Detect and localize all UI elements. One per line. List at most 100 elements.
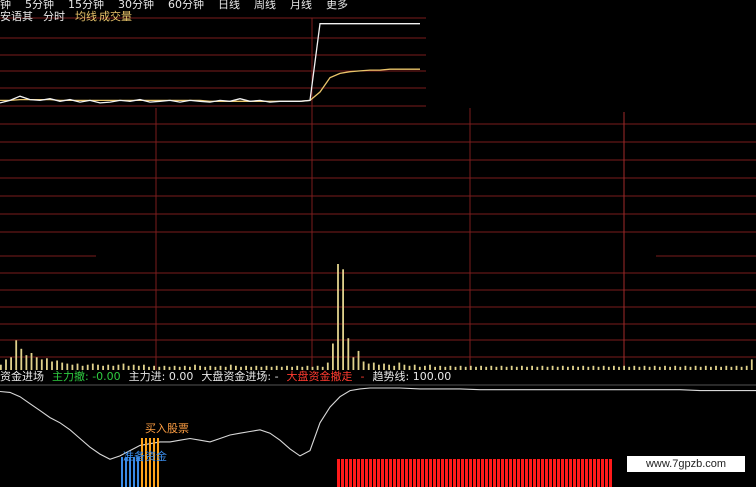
- chart-canvas[interactable]: [0, 0, 756, 487]
- volume-bar-131: [669, 366, 671, 370]
- tab-week[interactable]: 周线: [254, 0, 276, 10]
- volume-bar-4: [20, 348, 23, 370]
- market-out-bar-59: [573, 459, 576, 487]
- legend-market-in: 大盘资金进场: -: [201, 370, 279, 383]
- market-out-bar-56: [561, 459, 564, 487]
- prepare-funds-label: 准备资金: [123, 450, 167, 463]
- market-out-bar-55: [557, 459, 560, 487]
- tab-day[interactable]: 日线: [218, 0, 240, 10]
- volume-bar-134: [684, 365, 687, 370]
- volume-bar-67: [342, 269, 344, 370]
- market-out-bar-10: [377, 459, 380, 487]
- volume-bar-1: [5, 359, 7, 370]
- tab-60min[interactable]: 60分钟: [168, 0, 204, 10]
- indicator-name: 资金进场: [0, 370, 44, 383]
- market-out-bar-27: [445, 459, 448, 487]
- market-out-bar-22: [425, 459, 428, 487]
- market-out-bar-26: [441, 459, 444, 487]
- volume-bar-90: [459, 365, 462, 370]
- volume-bar-107: [546, 366, 549, 370]
- volume-bar-92: [469, 365, 472, 370]
- volume-bar-130: [664, 365, 666, 370]
- market-out-bar-68: [609, 459, 612, 487]
- market-out-bar-57: [565, 459, 568, 487]
- toolbar-item-avg[interactable]: 均线: [75, 10, 97, 23]
- volume-bar-123: [628, 366, 631, 370]
- market-out-bar-25: [437, 459, 440, 487]
- stock-chart-window: 钟 5分钟 15分钟 30分钟 60分钟 日线 周线 月线 更多 安语其 分时 …: [0, 0, 756, 487]
- legend-dash: -: [360, 370, 365, 383]
- volume-bar-91: [464, 366, 467, 370]
- volume-bar-97: [495, 366, 498, 370]
- toolbar-item-intraday[interactable]: 分时: [43, 10, 65, 23]
- market-out-bar-29: [453, 459, 456, 487]
- market-out-bar-19: [413, 459, 416, 487]
- volume-bar-108: [551, 365, 554, 370]
- market-out-bar-5: [357, 459, 360, 487]
- volume-bar-117: [597, 366, 600, 370]
- volume-bar-146: [745, 365, 748, 370]
- volume-bar-140: [715, 365, 717, 370]
- market-out-bar-1: [341, 459, 344, 487]
- market-out-bar-37: [485, 459, 488, 487]
- volume-bar-100: [510, 365, 513, 370]
- volume-bar-69: [352, 357, 355, 370]
- legend-trend: 趋势线: 100.00: [372, 370, 452, 383]
- tab-more[interactable]: 更多: [326, 0, 348, 10]
- volume-bar-71: [362, 361, 365, 370]
- market-out-bar-9: [373, 459, 376, 487]
- legend-zl-in: 主力进: 0.00: [128, 370, 194, 383]
- market-out-bar-61: [581, 459, 584, 487]
- market-out-bar-7: [365, 459, 368, 487]
- toolbar-item-volume[interactable]: 成交量: [99, 10, 132, 23]
- volume-bar-144: [735, 365, 738, 370]
- volume-bar-132: [674, 365, 677, 370]
- volume-bar-72: [367, 363, 370, 370]
- volume-bar-102: [521, 365, 523, 370]
- volume-bar-55: [280, 366, 283, 370]
- market-out-bar-63: [589, 459, 592, 487]
- market-out-bar-14: [393, 459, 396, 487]
- volume-bar-145: [740, 366, 743, 370]
- market-out-bar-42: [505, 459, 508, 487]
- market-out-bar-23: [429, 459, 432, 487]
- period-tabbar: 钟 5分钟 15分钟 30分钟 60分钟 日线 周线 月线 更多: [0, 0, 426, 10]
- tab-5min[interactable]: 5分钟: [25, 0, 54, 10]
- market-out-bar-66: [601, 459, 604, 487]
- market-out-bar-53: [549, 459, 552, 487]
- volume-bar-124: [633, 365, 636, 370]
- toolbar-item-1[interactable]: 安语其: [0, 10, 33, 23]
- volume-bar-98: [500, 365, 503, 370]
- market-out-bar-4: [353, 459, 356, 487]
- volume-bar-65: [332, 343, 334, 370]
- volume-bar-10: [51, 361, 53, 370]
- market-out-bar-35: [477, 459, 480, 487]
- buy-stock-label: 买入股票: [145, 422, 189, 435]
- market-out-bar-46: [521, 459, 524, 487]
- volume-bar-12: [61, 362, 64, 370]
- volume-bar-93: [475, 366, 477, 370]
- market-out-bar-58: [569, 459, 572, 487]
- volume-bar-110: [561, 365, 564, 370]
- volume-bar-96: [490, 365, 493, 370]
- market-out-bar-11: [381, 459, 384, 487]
- market-out-bar-24: [433, 459, 436, 487]
- market-out-bar-32: [465, 459, 468, 487]
- avg-price-line: [0, 68, 420, 102]
- volume-bar-106: [541, 365, 544, 370]
- volume-bar-120: [613, 365, 615, 370]
- volume-bar-89: [454, 366, 457, 370]
- volume-bar-9: [46, 358, 48, 370]
- tab-15min[interactable]: 15分钟: [68, 0, 104, 10]
- market-out-bar-62: [585, 459, 588, 487]
- trend-line: [0, 387, 756, 460]
- market-out-bar-12: [385, 459, 388, 487]
- tab-min[interactable]: 钟: [0, 0, 11, 10]
- volume-bar-118: [602, 365, 605, 370]
- tab-30min[interactable]: 30分钟: [118, 0, 154, 10]
- price-line: [0, 23, 420, 104]
- volume-bar-68: [347, 338, 350, 370]
- tab-month[interactable]: 月线: [290, 0, 312, 10]
- volume-bar-127: [648, 366, 651, 370]
- legend-zl-out: 主力撤: -0.00: [52, 370, 121, 383]
